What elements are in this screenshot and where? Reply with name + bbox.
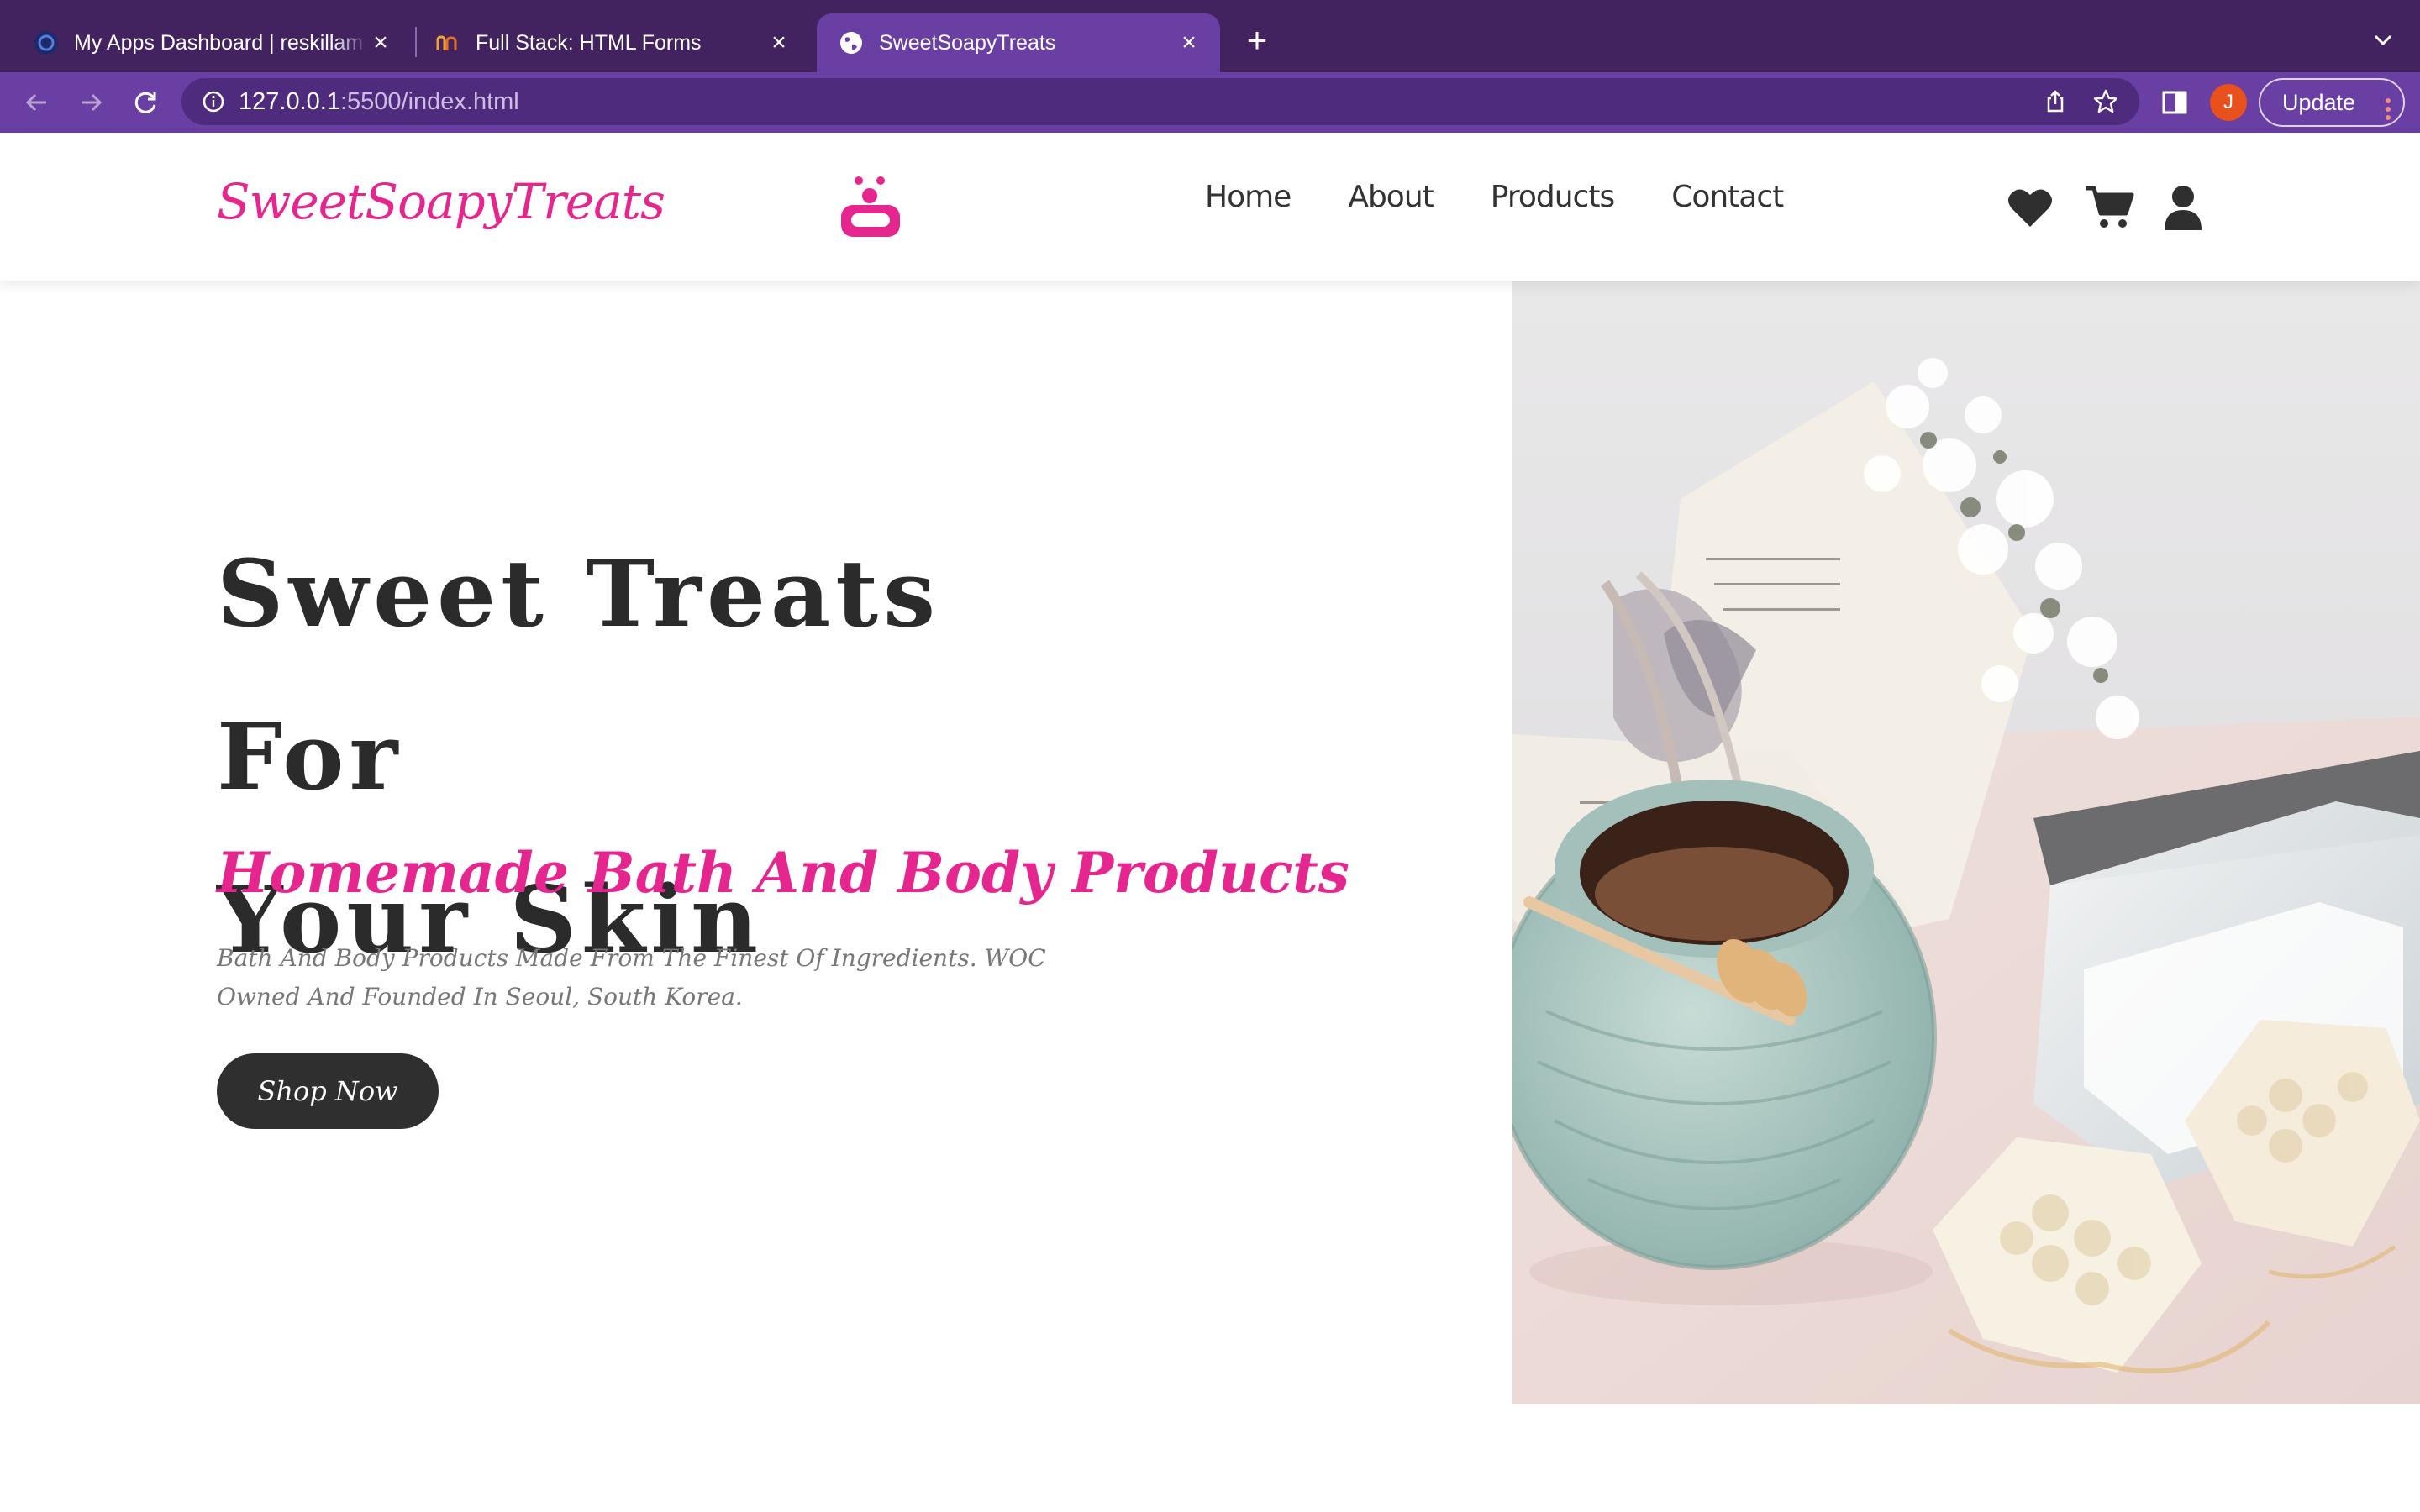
update-label: Update (2282, 90, 2356, 115)
nav-link-home[interactable]: Home (1205, 180, 1292, 214)
url-text[interactable]: 127.0.0.1:5500/index.html (239, 78, 519, 125)
reload-icon[interactable] (128, 84, 165, 121)
tab-search-chevron-icon[interactable] (2368, 25, 2398, 55)
tab-close-icon[interactable]: × (766, 29, 792, 56)
cart-icon[interactable] (2084, 185, 2134, 230)
back-arrow-icon[interactable] (18, 84, 55, 121)
url-path: :5500/index.html (339, 88, 519, 115)
address-bar[interactable]: 127.0.0.1:5500/index.html (182, 78, 2139, 125)
bookmark-star-icon[interactable] (2092, 88, 2119, 115)
url-host: 127.0.0.1 (239, 88, 340, 115)
update-button[interactable]: Update (2259, 78, 2405, 127)
tab-close-icon[interactable]: × (368, 29, 393, 56)
shop-now-button[interactable]: Shop Now (217, 1053, 439, 1129)
tab-title: Full Stack: HTML Forms (476, 30, 702, 55)
site-info-icon[interactable] (202, 90, 225, 113)
hero-product-photo (1512, 281, 2420, 1404)
globe-icon (839, 30, 864, 55)
hero-description: Bath And Body Products Made From The Fin… (217, 944, 1046, 1011)
side-panel-icon[interactable] (2160, 87, 2190, 118)
browser-toolbar: 127.0.0.1:5500/index.html J Update (0, 72, 2420, 133)
browser-tab-bar: My Apps Dashboard | reskillam × Full Sta… (0, 0, 2420, 72)
tab-close-icon[interactable]: × (1176, 29, 1202, 56)
tab-my-apps-dashboard[interactable]: My Apps Dashboard | reskillam × (0, 13, 412, 72)
user-icon[interactable] (2163, 185, 2210, 230)
hero-title: Sweet Treats For Your Skin (217, 512, 1057, 1001)
share-icon[interactable] (2042, 88, 2069, 115)
nav-link-contact[interactable]: Contact (1671, 180, 1784, 214)
tab-full-stack-html-forms[interactable]: Full Stack: HTML Forms × (402, 13, 810, 72)
nav-link-products[interactable]: Products (1491, 180, 1615, 214)
tab-sweetsoapytreats[interactable]: SweetSoapyTreats × (817, 13, 1220, 72)
forward-arrow-icon[interactable] (72, 84, 109, 121)
heart-icon[interactable] (2007, 185, 2054, 230)
hero-subtitle: Homemade Bath And Body Products (217, 840, 1349, 906)
more-menu-icon[interactable] (2385, 91, 2391, 120)
tab-title: SweetSoapyTreats (879, 30, 1056, 55)
dashboard-favicon-icon (34, 30, 59, 55)
tab-title: My Apps Dashboard | reskillam (74, 30, 364, 55)
course-favicon-icon (435, 30, 460, 55)
soap-bubbles-icon[interactable] (837, 173, 904, 240)
hero-title-line-1: Sweet Treats For (217, 539, 941, 811)
profile-avatar[interactable]: J (2210, 84, 2247, 121)
site-header: SweetSoapyTreats Home About Products Con… (0, 133, 2420, 281)
nav-link-about[interactable]: About (1348, 180, 1434, 214)
new-tab-button[interactable]: + (1239, 22, 1276, 59)
site-logo[interactable]: SweetSoapyTreats (217, 173, 666, 230)
main-nav: Home About Products Contact (1205, 180, 1840, 214)
